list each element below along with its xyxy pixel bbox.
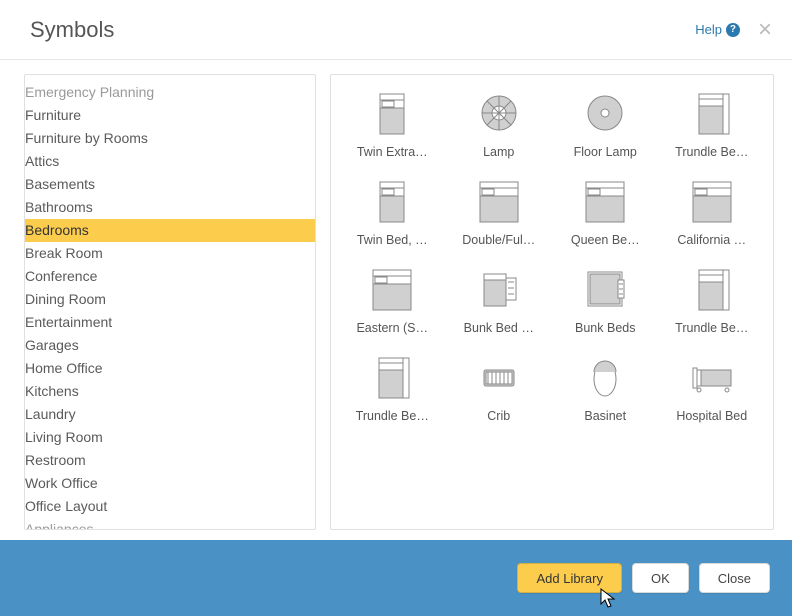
help-link[interactable]: Help ? xyxy=(695,22,740,37)
symbol-item[interactable]: Eastern (S… xyxy=(343,263,442,335)
symbol-item[interactable]: Lamp xyxy=(450,87,549,159)
bed-wide-icon xyxy=(682,175,742,227)
tree-item-room[interactable]: Entertainment xyxy=(25,311,315,334)
dialog-footer: Add Library OK Close xyxy=(0,540,792,616)
trundle-icon xyxy=(682,87,742,139)
symbol-label: Trundle Be… xyxy=(675,145,748,159)
trundle-icon xyxy=(682,263,742,315)
category-tree[interactable]: Emergency Planning Furniture Furniture b… xyxy=(24,74,316,530)
symbol-label: Floor Lamp xyxy=(574,145,637,159)
symbol-label: Crib xyxy=(487,409,510,423)
symbol-label: Lamp xyxy=(483,145,514,159)
tree-item-room[interactable]: Attics xyxy=(25,150,315,173)
tree-item-furniture[interactable]: Furniture xyxy=(25,104,315,127)
tree-item-room[interactable]: Dining Room xyxy=(25,288,315,311)
help-icon: ? xyxy=(726,23,740,37)
symbol-label: Bunk Beds xyxy=(575,321,635,335)
symbol-label: Hospital Bed xyxy=(676,409,747,423)
symbol-item[interactable]: Bunk Bed … xyxy=(450,263,549,335)
close-icon[interactable]: × xyxy=(758,18,772,42)
symbol-gallery: Twin Extra… Lamp Floor Lamp Trundle Be… … xyxy=(330,74,774,530)
basinet-icon xyxy=(575,351,635,403)
tree-item-room[interactable]: Living Room xyxy=(25,426,315,449)
symbol-label: Double/Ful… xyxy=(462,233,535,247)
tree-item-room[interactable]: Laundry xyxy=(25,403,315,426)
tree-item-room[interactable]: Basements xyxy=(25,173,315,196)
symbol-item[interactable]: Trundle Be… xyxy=(663,263,762,335)
tree-item-room[interactable]: Kitchens xyxy=(25,380,315,403)
bed-wide-icon xyxy=(469,175,529,227)
lamp-icon xyxy=(469,87,529,139)
tree-item-room[interactable]: Bedrooms xyxy=(25,219,315,242)
tree-item-cut-top: Emergency Planning xyxy=(25,81,315,104)
symbol-item[interactable]: Basinet xyxy=(556,351,655,423)
symbol-item[interactable]: Twin Bed, … xyxy=(343,175,442,247)
symbol-item[interactable]: Trundle Be… xyxy=(343,351,442,423)
symbol-item[interactable]: Trundle Be… xyxy=(663,87,762,159)
symbol-label: Trundle Be… xyxy=(675,321,748,335)
symbol-label: Twin Bed, … xyxy=(357,233,428,247)
symbol-item[interactable]: Floor Lamp xyxy=(556,87,655,159)
symbol-label: Bunk Bed … xyxy=(464,321,534,335)
symbol-item[interactable]: Crib xyxy=(450,351,549,423)
dialog-body: Emergency Planning Furniture Furniture b… xyxy=(0,60,792,540)
symbol-item[interactable]: Double/Ful… xyxy=(450,175,549,247)
tree-item-room[interactable]: Conference xyxy=(25,265,315,288)
tree-item-room[interactable]: Work Office xyxy=(25,472,315,495)
tree-item-by-rooms[interactable]: Furniture by Rooms xyxy=(25,127,315,150)
add-library-button[interactable]: Add Library xyxy=(517,563,621,593)
tree-item-room[interactable]: Garages xyxy=(25,334,315,357)
tree-item-room[interactable]: Bathrooms xyxy=(25,196,315,219)
symbol-label: California … xyxy=(677,233,746,247)
tree-item-room[interactable]: Restroom xyxy=(25,449,315,472)
help-label: Help xyxy=(695,22,722,37)
hospital-icon xyxy=(682,351,742,403)
floor-lamp-icon xyxy=(575,87,635,139)
bed-wide-icon xyxy=(575,175,635,227)
trundle-icon xyxy=(362,351,422,403)
close-button[interactable]: Close xyxy=(699,563,770,593)
bunk-single-icon xyxy=(469,263,529,315)
dialog-header: Symbols Help ? × xyxy=(0,0,792,60)
dialog-title: Symbols xyxy=(30,17,695,43)
symbol-item[interactable]: Queen Be… xyxy=(556,175,655,247)
symbol-label: Twin Extra… xyxy=(357,145,428,159)
symbol-item[interactable]: Hospital Bed xyxy=(663,351,762,423)
symbol-label: Trundle Be… xyxy=(356,409,429,423)
bed-narrow-icon xyxy=(362,175,422,227)
symbol-item[interactable]: California … xyxy=(663,175,762,247)
bed-wide-icon xyxy=(362,263,422,315)
symbol-item[interactable]: Bunk Beds xyxy=(556,263,655,335)
tree-item-room[interactable]: Break Room xyxy=(25,242,315,265)
tree-item-room[interactable]: Home Office xyxy=(25,357,315,380)
bed-narrow-icon xyxy=(362,87,422,139)
tree-item-office-layout[interactable]: Office Layout xyxy=(25,495,315,518)
tree-item-cut-bottom: Appliances xyxy=(25,518,315,530)
symbol-label: Eastern (S… xyxy=(356,321,428,335)
bunk-double-icon xyxy=(575,263,635,315)
crib-icon xyxy=(469,351,529,403)
symbol-item[interactable]: Twin Extra… xyxy=(343,87,442,159)
symbol-label: Queen Be… xyxy=(571,233,640,247)
symbol-label: Basinet xyxy=(584,409,626,423)
symbols-dialog: Symbols Help ? × Emergency Planning Furn… xyxy=(0,0,792,616)
ok-button[interactable]: OK xyxy=(632,563,689,593)
